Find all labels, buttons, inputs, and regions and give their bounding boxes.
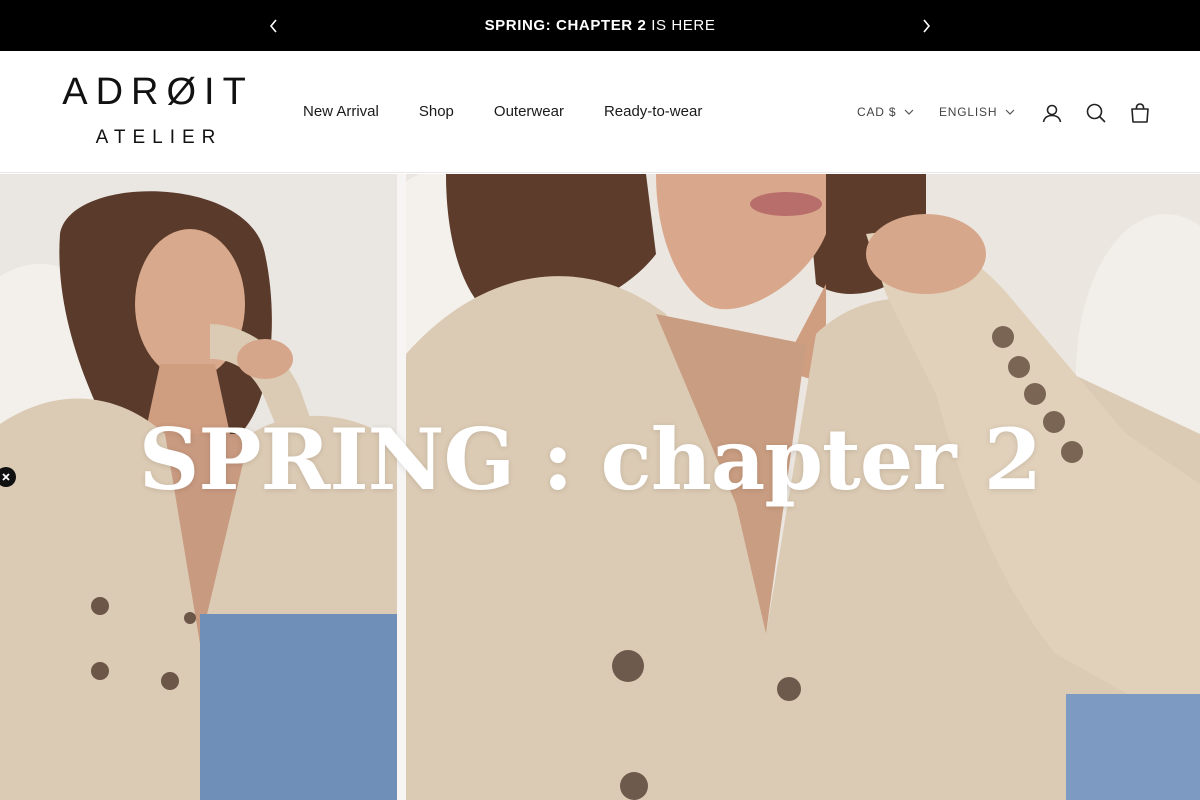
hero-title: SPRING : chapter 2 bbox=[138, 410, 1043, 509]
language-selector[interactable]: ENGLISH bbox=[939, 105, 1015, 119]
site-header: ADRØIT ATELIER New Arrival Shop Outerwea… bbox=[0, 51, 1200, 173]
cart-icon bbox=[1131, 103, 1149, 123]
chevron-right-icon bbox=[923, 18, 931, 33]
search-button[interactable] bbox=[1084, 101, 1108, 125]
announcement-bold: SPRING: CHAPTER 2 bbox=[484, 17, 647, 34]
nav-item-ready-to-wear[interactable]: Ready-to-wear bbox=[604, 103, 702, 120]
search-icon bbox=[1086, 103, 1106, 123]
announcement-message[interactable]: SPRING: CHAPTER 2 IS HERE bbox=[485, 17, 716, 34]
chevron-left-icon bbox=[269, 18, 277, 33]
language-label: ENGLISH bbox=[939, 105, 998, 119]
cart-button[interactable] bbox=[1128, 101, 1152, 125]
logo-line-1: ADRØIT bbox=[62, 71, 254, 113]
nav-item-outerwear[interactable]: Outerwear bbox=[494, 103, 564, 120]
close-icon bbox=[2, 473, 10, 481]
account-button[interactable] bbox=[1040, 101, 1064, 125]
account-icon bbox=[1042, 104, 1062, 123]
currency-selector[interactable]: CAD $ bbox=[857, 105, 914, 119]
hero-banner[interactable]: SPRING : chapter 2 bbox=[0, 174, 1200, 800]
announcement-bar: SPRING: CHAPTER 2 IS HERE bbox=[0, 0, 1200, 51]
brand-logo[interactable]: ADRØIT ATELIER bbox=[48, 73, 264, 148]
chevron-down-icon bbox=[904, 109, 914, 115]
announcement-next-button[interactable] bbox=[914, 14, 938, 38]
announcement-prev-button[interactable] bbox=[262, 14, 286, 38]
announcement-rest: IS HERE bbox=[646, 17, 716, 34]
chevron-down-icon bbox=[1005, 109, 1015, 115]
nav-item-shop[interactable]: Shop bbox=[419, 103, 454, 120]
nav-item-new-arrival[interactable]: New Arrival bbox=[303, 103, 379, 120]
logo-line-2: ATELIER bbox=[95, 127, 223, 148]
main-nav: New Arrival Shop Outerwear Ready-to-wear bbox=[303, 103, 702, 120]
currency-label: CAD $ bbox=[857, 105, 897, 119]
